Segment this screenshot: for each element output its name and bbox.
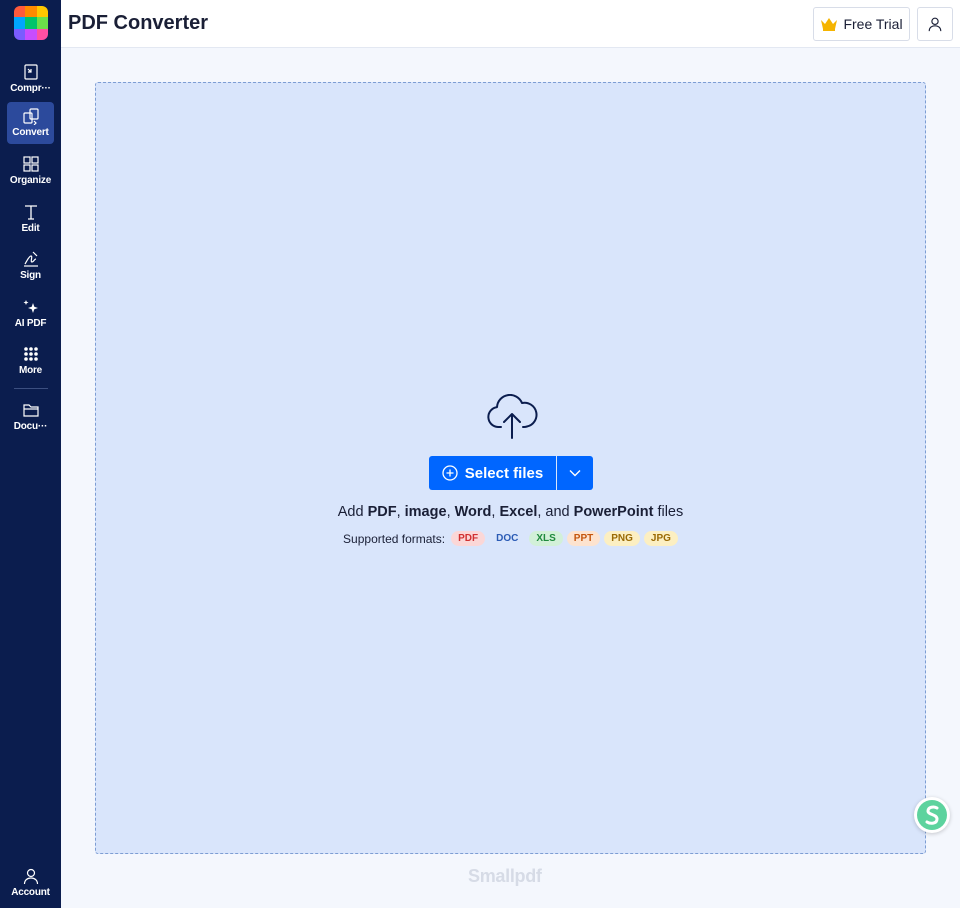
format-badge-xls: XLS [529,531,563,546]
brand-watermark: Smallpdf [468,866,542,886]
sidebar-item-convert[interactable]: Convert [7,102,54,144]
sidebar-item-label: More [18,365,43,376]
format-badge-png: PNG [604,531,640,546]
sidebar-item-label: Organize [9,175,52,186]
sidebar-item-account[interactable]: Account [7,862,54,904]
file-dropzone[interactable]: Select files Add PDF, image, Word, Excel… [95,82,950,854]
user-profile-button[interactable] [917,7,953,41]
free-trial-button[interactable]: Free Trial [813,7,910,41]
supported-files-description: Add PDF, image, Word, Excel, and PowerPo… [337,504,684,520]
format-badge-ppt: PPT [566,531,601,546]
select-files-label: Select files [464,464,544,482]
edit-text-icon [24,205,37,220]
plus-circle-icon [442,465,458,481]
top-header: PDF Converter Free Trial [61,0,960,48]
user-icon [928,17,942,32]
sidebar-item-label: Compr··· [10,83,51,94]
assistant-logo-icon [917,800,947,830]
sidebar-item-documents[interactable]: Docu··· [7,396,54,438]
sidebar-item-label: Docu··· [13,421,48,432]
supported-formats: Supported formats: PDF DOC XLS PPT PNG J… [96,531,925,546]
cloud-upload-icon [487,394,538,439]
select-files-dropdown-button[interactable] [557,456,593,490]
sidebar-item-edit[interactable]: Edit [7,198,54,240]
sidebar-item-label: Convert [12,127,49,138]
user-icon [23,868,38,885]
signature-icon [23,251,38,267]
crown-icon [821,18,838,31]
chevron-down-icon [569,470,581,477]
format-badge-jpg: JPG [643,531,678,546]
formats-label: Supported formats: [343,531,446,546]
sidebar-item-label: Account [11,887,50,898]
sidebar-item-label: Sign [20,270,41,281]
sidebar-item-sign[interactable]: Sign [7,245,54,287]
sidebar-item-more[interactable]: More [7,340,54,382]
sidebar: Compr··· Convert Organize Edit Sign AI P… [0,0,61,908]
format-badge-pdf: PDF [451,531,486,546]
format-badge-doc: DOC [489,531,526,546]
folder-icon [22,404,39,417]
sparkle-icon [23,300,38,313]
sidebar-item-compress[interactable]: Compr··· [7,58,54,100]
free-trial-label: Free Trial [843,16,903,32]
select-files-button[interactable]: Select files [429,456,556,490]
grid-dots-icon [23,347,38,361]
sidebar-item-label: Edit [21,223,40,234]
sidebar-item-organize[interactable]: Organize [7,150,54,192]
page-title: PDF Converter [68,12,209,34]
assistant-bubble-button[interactable] [914,797,950,833]
organize-icon [22,156,39,172]
sidebar-divider [14,388,48,389]
compress-icon [23,64,38,80]
sidebar-item-label: AI PDF [14,318,47,329]
sidebar-item-ai-pdf[interactable]: AI PDF [7,293,54,335]
convert-icon [22,108,39,125]
app-logo[interactable] [14,6,48,40]
